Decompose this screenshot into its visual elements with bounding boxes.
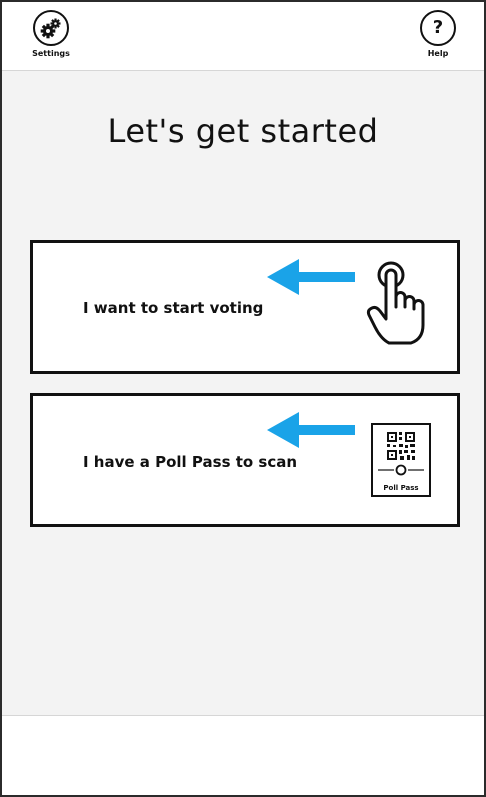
scan-poll-pass-option[interactable]: Poll Pass I have a Poll Pass to scan — [30, 393, 460, 527]
left-arrow-icon — [267, 257, 357, 301]
help-label: Help — [427, 49, 449, 58]
left-arrow-icon — [267, 410, 357, 454]
start-voting-label: I want to start voting — [83, 299, 264, 317]
settings-button[interactable]: Settings — [21, 10, 81, 64]
hand-tap-icon — [365, 261, 431, 351]
start-voting-option[interactable]: I want to start voting — [30, 240, 460, 374]
top-bar: Settings ? Help — [2, 2, 484, 71]
help-button[interactable]: ? Help — [408, 10, 468, 64]
qr-code-icon — [378, 432, 424, 476]
help-glyph: ? — [432, 17, 444, 38]
bottom-bar — [2, 715, 484, 795]
question-mark-icon: ? — [420, 10, 456, 46]
app-frame: Settings ? Help Let's get started I want… — [0, 0, 486, 797]
scan-poll-pass-label: I have a Poll Pass to scan — [83, 453, 298, 471]
poll-pass-card-icon: Poll Pass — [371, 423, 431, 497]
settings-label: Settings — [32, 49, 70, 58]
gears-icon — [33, 10, 69, 46]
poll-pass-caption: Poll Pass — [383, 484, 419, 492]
page-title: Let's get started — [107, 112, 379, 150]
